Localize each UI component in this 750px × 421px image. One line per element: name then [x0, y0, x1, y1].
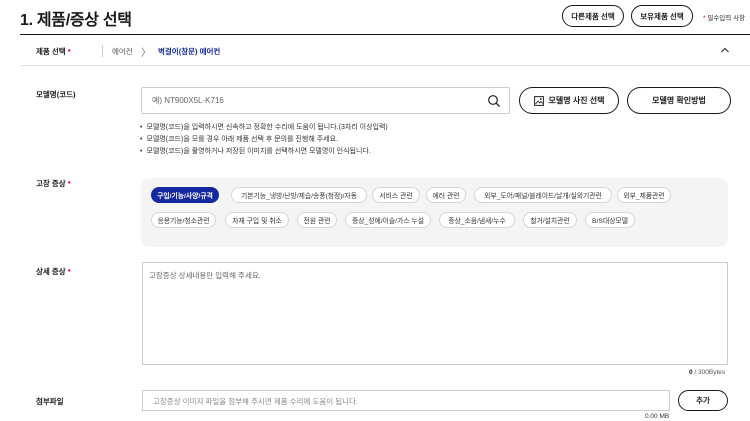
owned-product-button[interactable]: 보유제품 선택 [631, 5, 693, 27]
model-code-label: 모델명(코드) [36, 90, 76, 99]
model-photo-select-button[interactable]: 모델명 사진 선택 [519, 87, 619, 114]
byte-limit: / 300Bytes [692, 369, 726, 376]
symptom-chip[interactable]: 자재 구입 및 취소 [225, 212, 289, 228]
chevron-up-icon[interactable] [718, 43, 732, 57]
required-star: * [703, 15, 706, 22]
breadcrumb-level-2[interactable]: 벽걸이(창문) 에어컨 [158, 46, 220, 57]
symptom-required-star: * [67, 179, 71, 188]
divider [102, 45, 103, 57]
model-check-method-button[interactable]: 모델명 확인방법 [627, 87, 731, 114]
detail-symptom-label-text: 상세 증상 [36, 267, 66, 276]
required-note-text: 필수입력 사항 [707, 15, 746, 22]
detail-required-star: * [67, 267, 71, 276]
attachment-size: 0.00 MB [645, 413, 670, 420]
symptom-chip-area: 구입/기능/사양/규격 기본기능_냉방/난방/제습/송풍(청정)/자동 서비스 … [141, 178, 728, 247]
product-select-required-star: * [67, 47, 71, 56]
search-icon[interactable] [487, 94, 501, 108]
detail-symptom-textarea[interactable] [143, 263, 727, 364]
list-item: 모델명(코드)을 촬영하거나 저장된 이미지를 선택하시면 모델명이 인식됩니다… [140, 146, 388, 158]
product-select-label-text: 제품 선택 [36, 47, 66, 56]
symptom-chip[interactable]: 기본기능_냉방/난방/제습/송풍(청정)/자동 [231, 187, 367, 203]
attachment-field[interactable] [142, 390, 670, 411]
symptom-chip[interactable]: 철거/설치관련 [523, 212, 577, 228]
model-photo-select-label: 모델명 사진 선택 [548, 96, 605, 105]
required-note: * 필수입력 사항 [703, 12, 745, 22]
attachment-input[interactable] [143, 392, 669, 411]
symptom-chip[interactable]: B/S대상모델 [585, 212, 635, 228]
detail-symptom-field[interactable] [142, 262, 728, 365]
symptom-chip[interactable]: 서비스 관련 [372, 187, 420, 203]
attachment-label: 첨부파일 [36, 397, 64, 406]
symptom-chip[interactable]: 증상_소음/냄새/누수 [439, 212, 515, 228]
product-select-label: 제품 선택 * [36, 46, 71, 57]
breadcrumb-level-1[interactable]: 에어컨 [112, 46, 133, 57]
model-code-input[interactable] [142, 88, 472, 113]
list-item: 모델명(코드)을 모를 경우 아래 제품 선택 후 문의를 진행해 주세요. [140, 134, 388, 146]
model-tips-list: 모델명(코드)을 입력하시면 신속하고 정확한 수리에 도움이 됩니다.(3자리… [140, 122, 388, 158]
page-title: 1. 제품/증상 선택 [20, 12, 132, 29]
symptom-chip[interactable]: 외부_제품관련 [617, 187, 671, 203]
symptom-chip[interactable]: 외부_도어/패널/블레이드/날개/실외기관련 [474, 187, 612, 203]
symptom-chip[interactable]: 에러 관련 [426, 187, 466, 203]
symptom-chip[interactable]: 응용기능/청소관련 [151, 212, 216, 228]
list-item: 모델명(코드)을 입력하시면 신속하고 정확한 수리에 도움이 됩니다.(3자리… [140, 122, 387, 134]
byte-counter: 0 / 300Bytes [689, 369, 725, 376]
product-select-bar[interactable]: 제품 선택 * 에어컨 〉 벽걸이(창문) 에어컨 [20, 34, 750, 66]
symptom-chip[interactable]: 구입/기능/사양/규격 [151, 187, 219, 203]
other-product-button[interactable]: 다른제품 선택 [562, 5, 624, 27]
image-icon [533, 95, 544, 106]
chevron-right-icon: 〉 [141, 48, 151, 59]
detail-symptom-label: 상세 증상 * [36, 266, 71, 277]
symptom-chip[interactable]: 증상_성에/이슬/가스 누설 [345, 212, 431, 228]
symptom-label-text: 고장 증상 [36, 179, 66, 188]
add-attachment-button[interactable]: 추가 [678, 390, 728, 411]
model-code-field[interactable] [141, 87, 510, 114]
symptom-chip[interactable]: 전원 관련 [297, 212, 337, 228]
symptom-label: 고장 증상 * [36, 178, 71, 189]
